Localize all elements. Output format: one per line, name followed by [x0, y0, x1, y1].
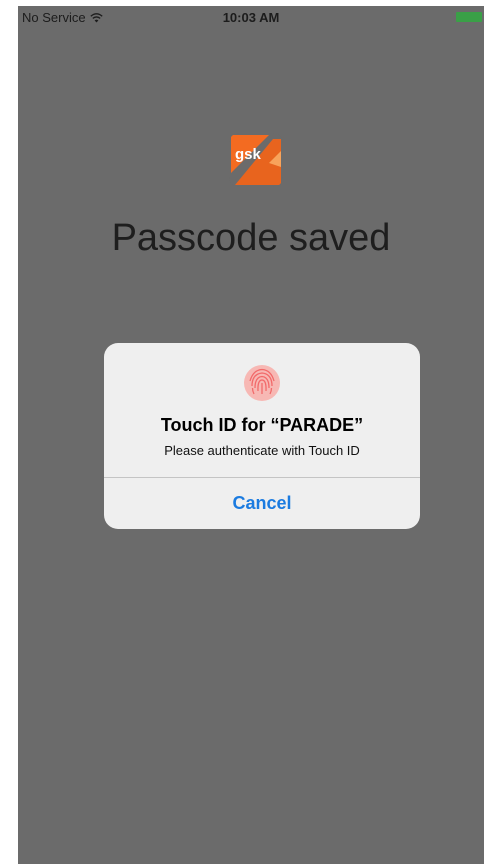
logo-text: gsk — [235, 146, 261, 163]
touch-id-alert: Touch ID for “PARADE” Please authenticat… — [104, 343, 420, 529]
cancel-button[interactable]: Cancel — [104, 478, 420, 529]
alert-message: Please authenticate with Touch ID — [164, 443, 360, 458]
battery-icon — [456, 12, 482, 22]
status-time: 10:03 AM — [222, 10, 280, 25]
alert-title: Touch ID for “PARADE” — [160, 415, 364, 435]
status-bar: No Service 10:03 AM — [18, 6, 484, 28]
app-logo: gsk — [229, 133, 283, 187]
app-screen: No Service 10:03 AM gsk Passcode saved T… — [18, 6, 484, 864]
fingerprint-icon — [244, 365, 280, 401]
page-title: Passcode saved — [111, 217, 391, 259]
